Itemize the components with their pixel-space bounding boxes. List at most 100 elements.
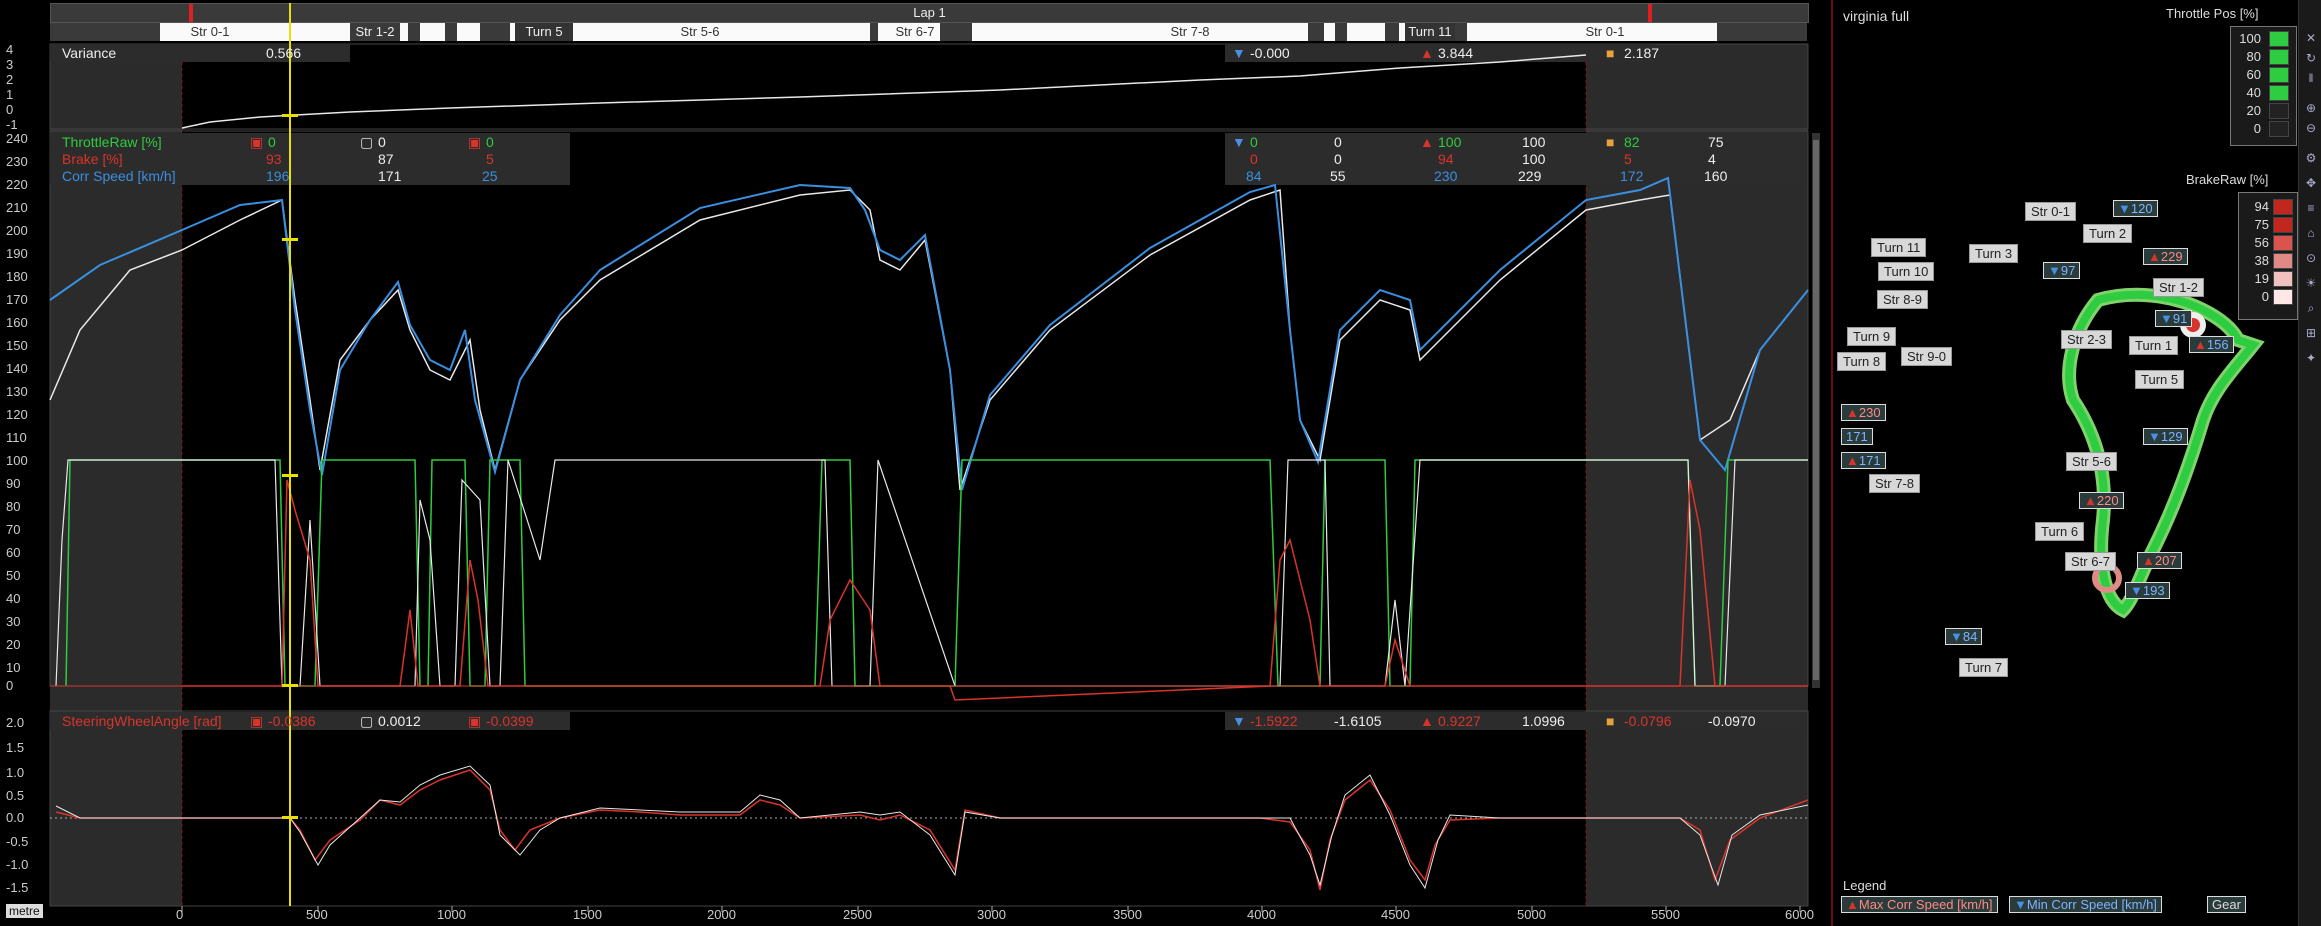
- y-tick: 160: [6, 315, 28, 330]
- down-triangle-icon: ▼: [2160, 311, 2173, 326]
- list-icon[interactable]: ≡: [2303, 200, 2319, 216]
- min-speed-callout[interactable]: 171: [1841, 428, 1873, 445]
- steer-cursor-b: 0.0012: [378, 713, 421, 729]
- track-label[interactable]: Str 9-0: [1901, 347, 1953, 366]
- steer-line: [55, 769, 1809, 891]
- min-speed-callout[interactable]: ▼84: [1945, 628, 1983, 645]
- x-tick-label: 4500: [1381, 907, 1410, 922]
- track-label[interactable]: Str 6-7: [2065, 552, 2117, 571]
- y-tick: 0.0: [6, 810, 25, 825]
- track-label[interactable]: Turn 1: [2129, 336, 2179, 355]
- channel-throttle-name: ThrottleRaw [%]: [62, 134, 162, 150]
- telemetry-plot-area[interactable]: Lap 1 Str 0-1 Str 1-2 Turn 5 Str 5-6 Str…: [0, 0, 1828, 926]
- y-tick: 2.0: [6, 715, 25, 730]
- legend-item-gear[interactable]: Gear: [2207, 896, 2246, 913]
- legend-item-max-speed[interactable]: ▲Max Corr Speed [km/h]: [1841, 896, 1998, 913]
- track-label[interactable]: Turn 11: [1871, 238, 1927, 257]
- track-label[interactable]: Str 1-2: [2153, 278, 2205, 297]
- rotate-icon[interactable]: ↻: [2303, 50, 2319, 66]
- y-tick: -1.0: [6, 857, 29, 872]
- light-icon[interactable]: ☀: [2303, 275, 2319, 291]
- steer-max: 0.9227: [1438, 713, 1481, 729]
- x-unit-label[interactable]: metre: [6, 904, 43, 918]
- legend-label: Max Corr Speed [km/h]: [1858, 897, 1993, 912]
- callout-value: 91: [2172, 311, 2188, 326]
- track-map-pane[interactable]: virginia full Throttle Pos [%] 100 80 60…: [1831, 0, 2321, 926]
- y-tick: 190: [6, 246, 28, 261]
- down-triangle-icon: ▼: [2130, 583, 2143, 598]
- throttle-cursor-a: 0: [268, 134, 276, 150]
- pin-icon[interactable]: ⊙: [2303, 250, 2319, 266]
- max-speed-callout[interactable]: ▲220: [2079, 492, 2124, 509]
- throttle-cursor-b: 0: [378, 134, 386, 150]
- y-tick: 4: [6, 42, 14, 57]
- y-tick: 140: [6, 361, 28, 376]
- square-icon: ■: [1606, 134, 1615, 150]
- min-speed-callout[interactable]: ▼120: [2113, 200, 2158, 217]
- y-tick: 0: [6, 678, 14, 693]
- speed-avg2: 160: [1704, 168, 1728, 184]
- up-triangle-icon: ▲: [2084, 493, 2097, 508]
- pause-icon[interactable]: ‖: [2303, 70, 2319, 86]
- throttle-max: 100: [1438, 134, 1462, 150]
- down-triangle-icon: ▼: [2048, 263, 2061, 278]
- brake-line: [182, 479, 1808, 701]
- track-label[interactable]: Turn 9: [1847, 327, 1897, 346]
- search-icon[interactable]: ⌕: [2303, 300, 2319, 316]
- y-tick: 0.5: [6, 788, 25, 803]
- track-label[interactable]: Turn 10: [1878, 262, 1935, 281]
- square-icon: ■: [1606, 713, 1615, 729]
- track-label[interactable]: Str 5-6: [2066, 452, 2118, 471]
- track-label[interactable]: Turn 6: [2035, 522, 2085, 541]
- y-tick: -1: [6, 117, 18, 132]
- cursor-b-icon: ▢: [360, 713, 374, 729]
- cursor-a-icon: ▣: [250, 134, 264, 150]
- brake-min: 0: [1250, 151, 1258, 167]
- y-tick: 10: [6, 660, 21, 675]
- track-label[interactable]: Turn 3: [1969, 244, 2019, 263]
- max-speed-callout[interactable]: ▲171: [1841, 452, 1886, 469]
- track-label[interactable]: Turn 2: [2083, 224, 2133, 243]
- y-tick: 3: [6, 57, 14, 72]
- track-label[interactable]: Turn 5: [2135, 370, 2185, 389]
- close-icon[interactable]: ✕: [2303, 30, 2319, 46]
- track-label[interactable]: Str 7-8: [1869, 474, 1921, 493]
- map-toolbar: ✕ ↻ ‖ ⊕ ⊖ ⚙ ✥ ≡ ⌂ ⊙ ☀ ⌕ ⊞ ✦: [2298, 0, 2321, 926]
- lock-icon[interactable]: ⌂: [2303, 225, 2319, 241]
- max-speed-callout[interactable]: ▲230: [1841, 404, 1886, 421]
- zoom-out-icon[interactable]: ⊖: [2303, 120, 2319, 136]
- track-label[interactable]: Str 0-1: [2025, 202, 2077, 221]
- y-tick: 180: [6, 269, 28, 284]
- y-tick: 110: [6, 430, 27, 445]
- zoom-in-icon[interactable]: ⊕: [2303, 100, 2319, 116]
- channel-brake-name: Brake [%]: [62, 151, 123, 167]
- legend-item-min-speed[interactable]: ▼Min Corr Speed [km/h]: [2009, 896, 2162, 913]
- scrollbar-thumb[interactable]: [1813, 140, 1819, 680]
- down-triangle-icon: ▼: [1232, 45, 1246, 61]
- track-label[interactable]: Str 8-9: [1877, 290, 1929, 309]
- down-triangle-icon: ▼: [2014, 897, 2027, 912]
- x-tick-label: 500: [306, 907, 328, 922]
- x-tick-label: 3500: [1113, 907, 1142, 922]
- min-speed-callout[interactable]: ▼193: [2125, 582, 2170, 599]
- callout-value: 120: [2130, 201, 2153, 216]
- brake-avg2: 4: [1708, 151, 1716, 167]
- track-label[interactable]: Turn 7: [1959, 658, 2009, 677]
- track-label[interactable]: Str 2-3: [2061, 330, 2113, 349]
- min-speed-callout[interactable]: ▼97: [2043, 262, 2081, 279]
- min-speed-callout[interactable]: ▼129: [2143, 428, 2188, 445]
- grid-icon[interactable]: ⊞: [2303, 325, 2319, 341]
- track-label[interactable]: Turn 8: [1837, 352, 1887, 371]
- x-tick-label: 2000: [707, 907, 736, 922]
- cursor-marker: [282, 238, 298, 241]
- min-speed-callout[interactable]: ▼91: [2155, 310, 2193, 327]
- pan-icon[interactable]: ✥: [2303, 175, 2319, 191]
- max-speed-callout[interactable]: ▲229: [2143, 248, 2188, 265]
- variance-max: 3.844: [1438, 45, 1474, 61]
- star-icon[interactable]: ✦: [2303, 350, 2319, 366]
- max-speed-callout[interactable]: ▲207: [2137, 552, 2182, 569]
- settings-icon[interactable]: ⚙: [2303, 150, 2319, 166]
- steer-panel-frame: [49, 710, 1809, 907]
- up-triangle-icon: ▲: [1420, 713, 1434, 729]
- max-speed-callout[interactable]: ▲156: [2189, 336, 2234, 353]
